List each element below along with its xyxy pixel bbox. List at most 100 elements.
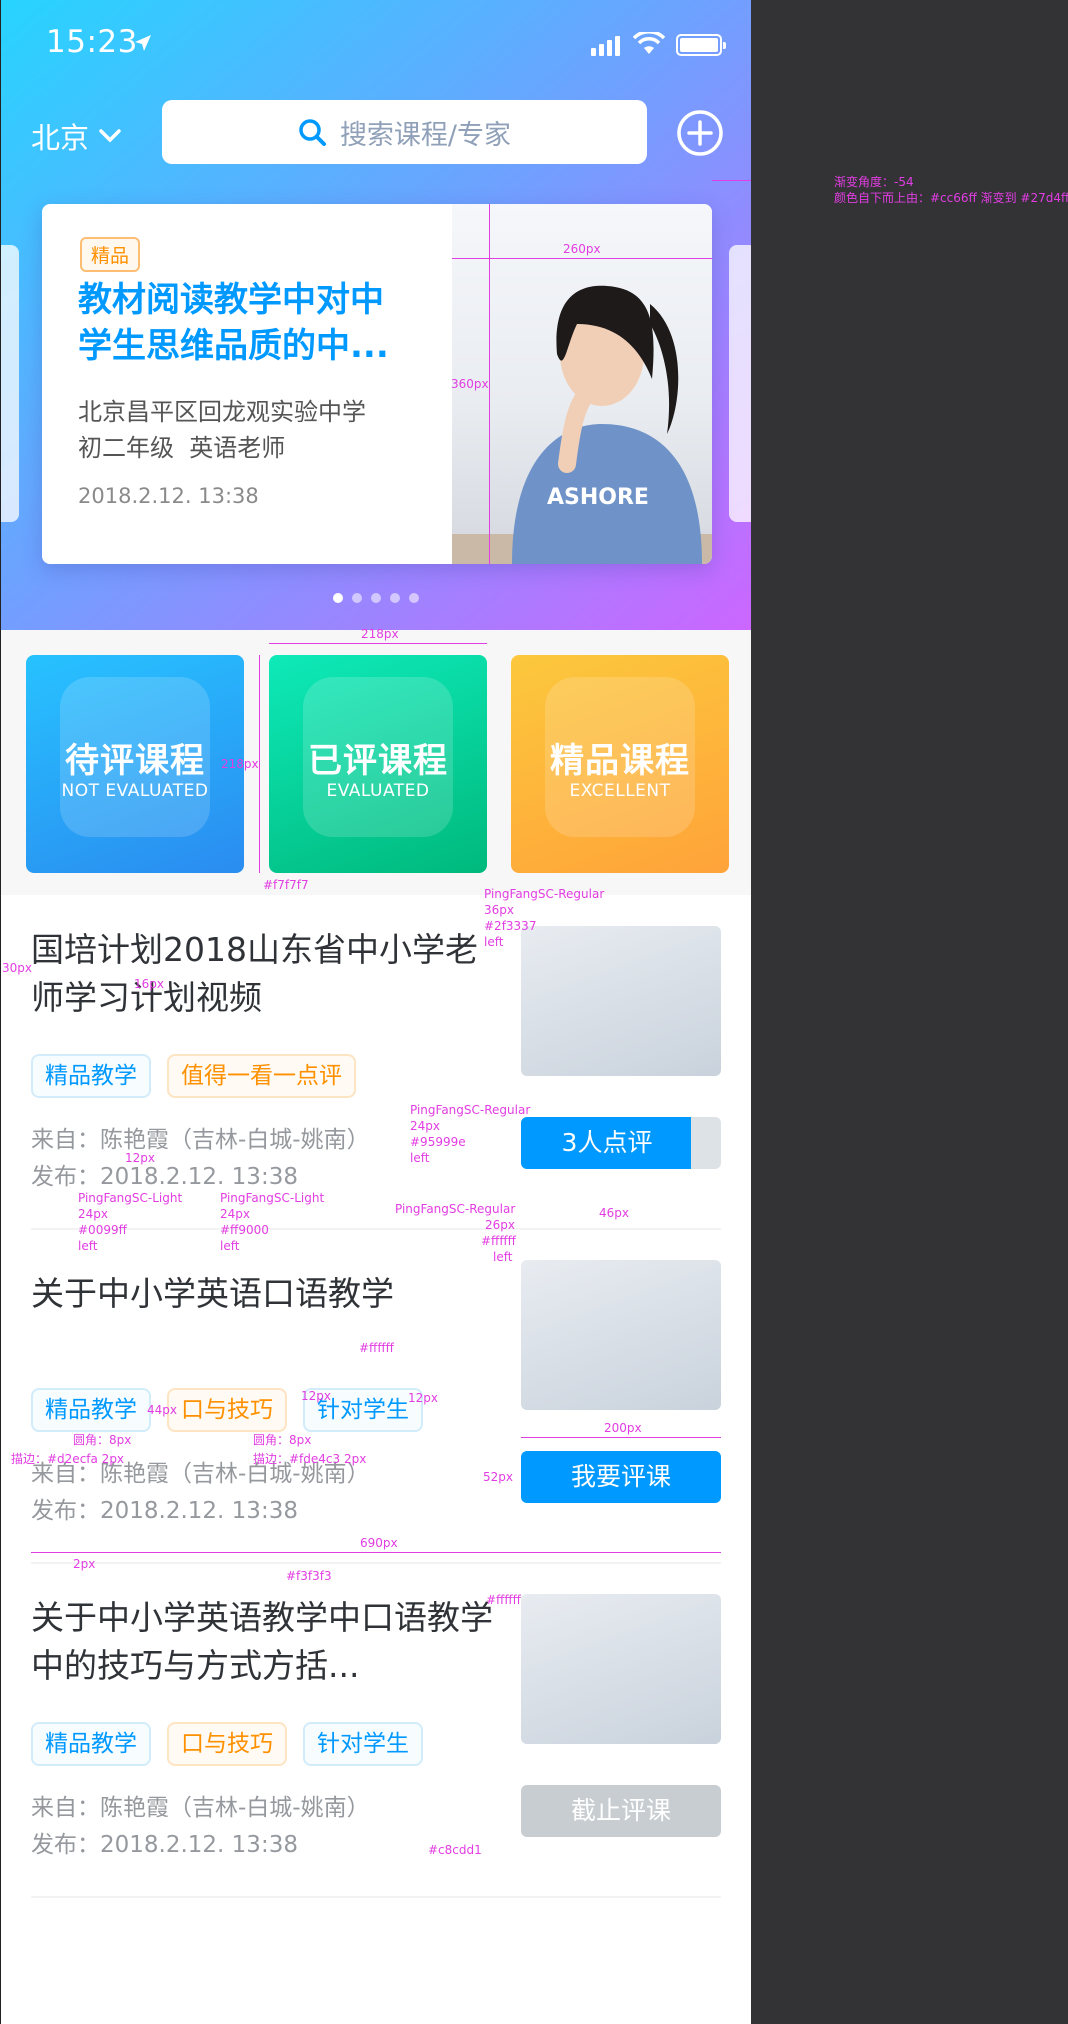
annotation-gradient-colors: 颜色自下而上由：#cc66ff 渐变到 #27d4ff	[834, 191, 1068, 205]
city-selector[interactable]: 北京	[31, 115, 121, 157]
course-thumbnail	[521, 1594, 721, 1744]
annotation-button-font: PingFangSC-Regular 26px #ffffff left	[395, 1202, 516, 1264]
category-not-evaluated[interactable]: 待评课程 NOT EVALUATED	[26, 655, 244, 873]
annotation: 圆角：8px	[73, 1433, 132, 1447]
page-dot[interactable]	[409, 593, 419, 603]
category-title: 精品课程	[550, 741, 690, 781]
course-meta: 来自：陈艳霞（吉林-白城-姚南） 发布：2018.2.12. 13:38	[31, 1790, 370, 1864]
course-item[interactable]: 关于中小学英语教学中口语教学中的技巧与方式方括... 精品教学 口与技巧 针对学…	[31, 1594, 721, 1874]
annotation: 16px	[134, 977, 164, 991]
annotation: 2px	[73, 1557, 96, 1571]
banner-next-card[interactable]	[729, 245, 751, 522]
course-meta: 来自：陈艳霞（吉林-白城-姚南） 发布：2018.2.12. 13:38	[31, 1122, 370, 1196]
signal-icon	[591, 36, 620, 56]
course-item[interactable]: 关于中小学英语口语教学 精品教学 口与技巧 针对学生 来自：陈艳霞（吉林-白城-…	[31, 1260, 721, 1540]
annotation-gradient-angle: 渐变角度：-54	[834, 175, 914, 189]
course-tags: 精品教学 口与技巧 针对学生	[31, 1722, 423, 1766]
review-closed-button[interactable]: 截止评课	[521, 1785, 721, 1837]
annotation: 30px	[2, 961, 32, 975]
course-source: 来自：陈艳霞（吉林-白城-姚南）	[31, 1127, 370, 1153]
course-thumbnail	[521, 1260, 721, 1410]
annotation: #ffffff	[486, 1593, 521, 1607]
course-tag: 口与技巧	[167, 1722, 287, 1766]
course-tags: 精品教学 值得一看一点评	[31, 1054, 356, 1098]
annotation: 52px	[483, 1470, 513, 1484]
annotation-leader	[31, 1552, 721, 1553]
annotation: 46px	[599, 1206, 629, 1220]
annotation: 圆角：8px	[253, 1433, 312, 1447]
banner-prev-card[interactable]	[1, 245, 19, 522]
annotation: #c8cdd1	[428, 1843, 482, 1857]
course-tag: 精品教学	[31, 1054, 151, 1098]
course-published: 发布：2018.2.12. 13:38	[31, 1498, 298, 1524]
course-source: 来自：陈艳霞（吉林-白城-姚南）	[31, 1795, 370, 1821]
page-dot[interactable]	[352, 593, 362, 603]
header-gradient: 15:23 北京 搜索课程/专家 精品 教材阅读教学中对中学生思维品质的中...…	[1, 0, 751, 630]
annotation: 12px	[301, 1389, 331, 1403]
annotation: 218px	[361, 627, 399, 641]
annotation-meta-font: PingFangSC-Regular 24px #95999e left	[410, 1103, 531, 1165]
annotation: #f7f7f7	[263, 878, 309, 892]
search-icon	[299, 119, 326, 146]
annotation-tag-font-orange: PingFangSC-Light 24px #ff9000 left	[220, 1191, 325, 1253]
review-count-label: 3人点评	[561, 1128, 653, 1157]
annotation-leader	[712, 180, 751, 181]
course-tags: 精品教学 口与技巧 针对学生	[31, 1388, 423, 1432]
annotation: 360px	[451, 377, 489, 391]
annotation-title-font: PingFangSC-Regular 36px #2f3337 left	[484, 887, 605, 949]
annotation-leader	[259, 655, 260, 873]
city-label: 北京	[31, 121, 90, 155]
course-tag: 值得一看一点评	[167, 1054, 356, 1098]
category-evaluated[interactable]: 已评课程 EVALUATED	[269, 655, 487, 873]
course-tag: 精品教学	[31, 1388, 151, 1432]
banner-teacher-info: 北京昌平区回龙观实验中学 初二年级 英语老师	[78, 394, 408, 466]
location-arrow-icon	[135, 35, 151, 51]
course-title: 国培计划2018山东省中小学老师学习计划视频	[31, 930, 478, 1017]
course-title: 关于中小学英语口语教学	[31, 1274, 394, 1313]
search-input[interactable]: 搜索课程/专家	[162, 100, 647, 164]
course-tag: 口与技巧	[167, 1388, 287, 1432]
annotation: #f3f3f3	[286, 1569, 332, 1583]
course-tag: 针对学生	[303, 1722, 423, 1766]
course-published: 发布：2018.2.12. 13:38	[31, 1832, 298, 1858]
annotation: 200px	[604, 1421, 642, 1435]
annotation: 690px	[360, 1536, 398, 1550]
category-title: 已评课程	[308, 741, 448, 781]
banner-date: 2018.2.12. 13:38	[78, 484, 259, 508]
course-tag: 精品教学	[31, 1722, 151, 1766]
annotation-leader	[521, 1437, 721, 1438]
annotation: 218px	[221, 757, 259, 771]
annotation-leader	[452, 258, 712, 259]
list-divider	[31, 1896, 721, 1898]
page-dot[interactable]	[390, 593, 400, 603]
status-time: 15:23	[46, 24, 138, 60]
wifi-icon	[633, 32, 665, 54]
banner-grade-role: 初二年级 英语老师	[78, 434, 286, 462]
svg-text:ASHORE: ASHORE	[547, 485, 649, 510]
review-count-button[interactable]: 3人点评	[521, 1117, 721, 1169]
category-excellent[interactable]: 精品课程 EXCELLENT	[511, 655, 729, 873]
annotation: 描边：#fde4c3 2px	[253, 1452, 367, 1466]
page-dot[interactable]	[371, 593, 381, 603]
category-subtitle: EXCELLENT	[569, 781, 671, 801]
category-subtitle: EVALUATED	[326, 781, 430, 801]
course-item[interactable]: 国培计划2018山东省中小学老师学习计划视频 精品教学 值得一看一点评 来自：陈…	[31, 926, 721, 1190]
battery-icon	[676, 34, 726, 56]
annotation: 44px	[147, 1403, 177, 1417]
banner-pagination[interactable]	[333, 593, 419, 603]
course-meta: 来自：陈艳霞（吉林-白城-姚南） 发布：2018.2.12. 13:38	[31, 1456, 370, 1530]
search-placeholder: 搜索课程/专家	[339, 119, 512, 151]
page-dot-active[interactable]	[333, 593, 343, 603]
page: 15:23 北京 搜索课程/专家 精品 教材阅读教学中对中学生思维品质的中...…	[0, 0, 1068, 2024]
annotation-leader	[269, 643, 487, 644]
annotation: 12px	[408, 1391, 438, 1405]
annotation: 描边：#d2ecfa 2px	[11, 1452, 125, 1466]
review-course-button[interactable]: 我要评课	[521, 1451, 721, 1503]
annotation: 260px	[563, 242, 601, 256]
chevron-down-icon	[99, 129, 121, 143]
annotation: 12px	[125, 1151, 155, 1165]
list-divider	[31, 1562, 721, 1564]
add-button[interactable]	[676, 109, 724, 157]
featured-tag: 精品	[80, 237, 141, 272]
category-subtitle: NOT EVALUATED	[61, 781, 209, 801]
